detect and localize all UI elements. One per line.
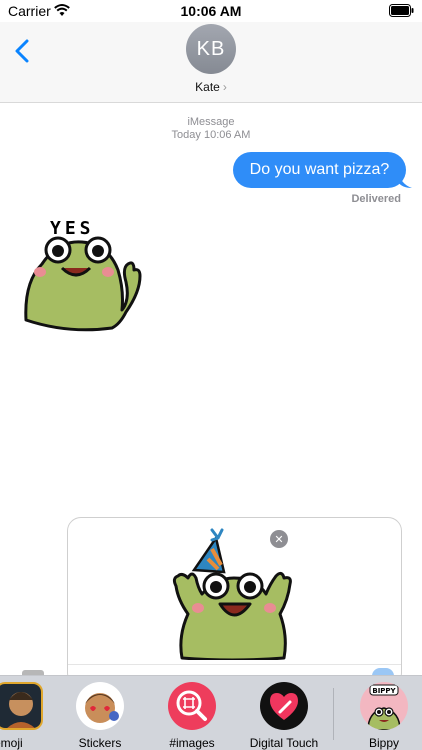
drawer-divider	[68, 664, 401, 665]
chevron-right-icon: ›	[222, 80, 227, 94]
app-stickers[interactable]: Stickers	[70, 682, 130, 750]
sent-message-bubble[interactable]: Do you want pizza?	[233, 152, 406, 188]
images-search-icon	[168, 682, 216, 730]
app-label: emoji	[0, 736, 23, 750]
stickers-icon	[76, 682, 124, 730]
sticker-preview-drawer: ✕	[67, 517, 402, 687]
remove-sticker-icon[interactable]: ✕	[270, 530, 288, 548]
battery-icon	[389, 4, 414, 17]
back-chevron-icon[interactable]	[14, 39, 30, 63]
memoji-icon	[0, 682, 43, 730]
bippy-icon: BIPPY	[360, 682, 408, 730]
contact-name: Kate	[195, 80, 220, 94]
app-bippy[interactable]: BIPPY Bippy	[354, 682, 414, 750]
digital-touch-icon	[260, 682, 308, 730]
contact-avatar[interactable]: KB	[186, 24, 236, 74]
contact-name-button[interactable]: Kate ›	[0, 80, 422, 94]
app-label: #images	[169, 736, 215, 750]
status-time: 10:06 AM	[180, 3, 242, 19]
service-label: iMessage	[187, 116, 235, 128]
app-digital-touch[interactable]: Digital Touch	[248, 682, 320, 750]
status-bar: Carrier 10:06 AM	[0, 0, 422, 22]
delivered-receipt: Delivered	[351, 193, 401, 205]
app-images[interactable]: #images	[160, 682, 224, 750]
conversation-header: KB Kate ›	[0, 22, 422, 103]
sticker-yes-text: YES	[50, 218, 95, 239]
yes-frog-sticker[interactable]: YES	[18, 212, 148, 337]
app-memoji[interactable]: emoji	[0, 682, 44, 750]
message-timestamp: Today 10:06 AM	[171, 129, 251, 141]
tray-divider	[333, 688, 334, 740]
app-label: Digital Touch	[249, 736, 319, 750]
app-tray: emoji Stickers #images	[0, 675, 422, 750]
app-label: Bippy	[368, 736, 400, 750]
bippy-icon-text: BIPPY	[372, 687, 396, 695]
app-label: Stickers	[78, 736, 122, 750]
